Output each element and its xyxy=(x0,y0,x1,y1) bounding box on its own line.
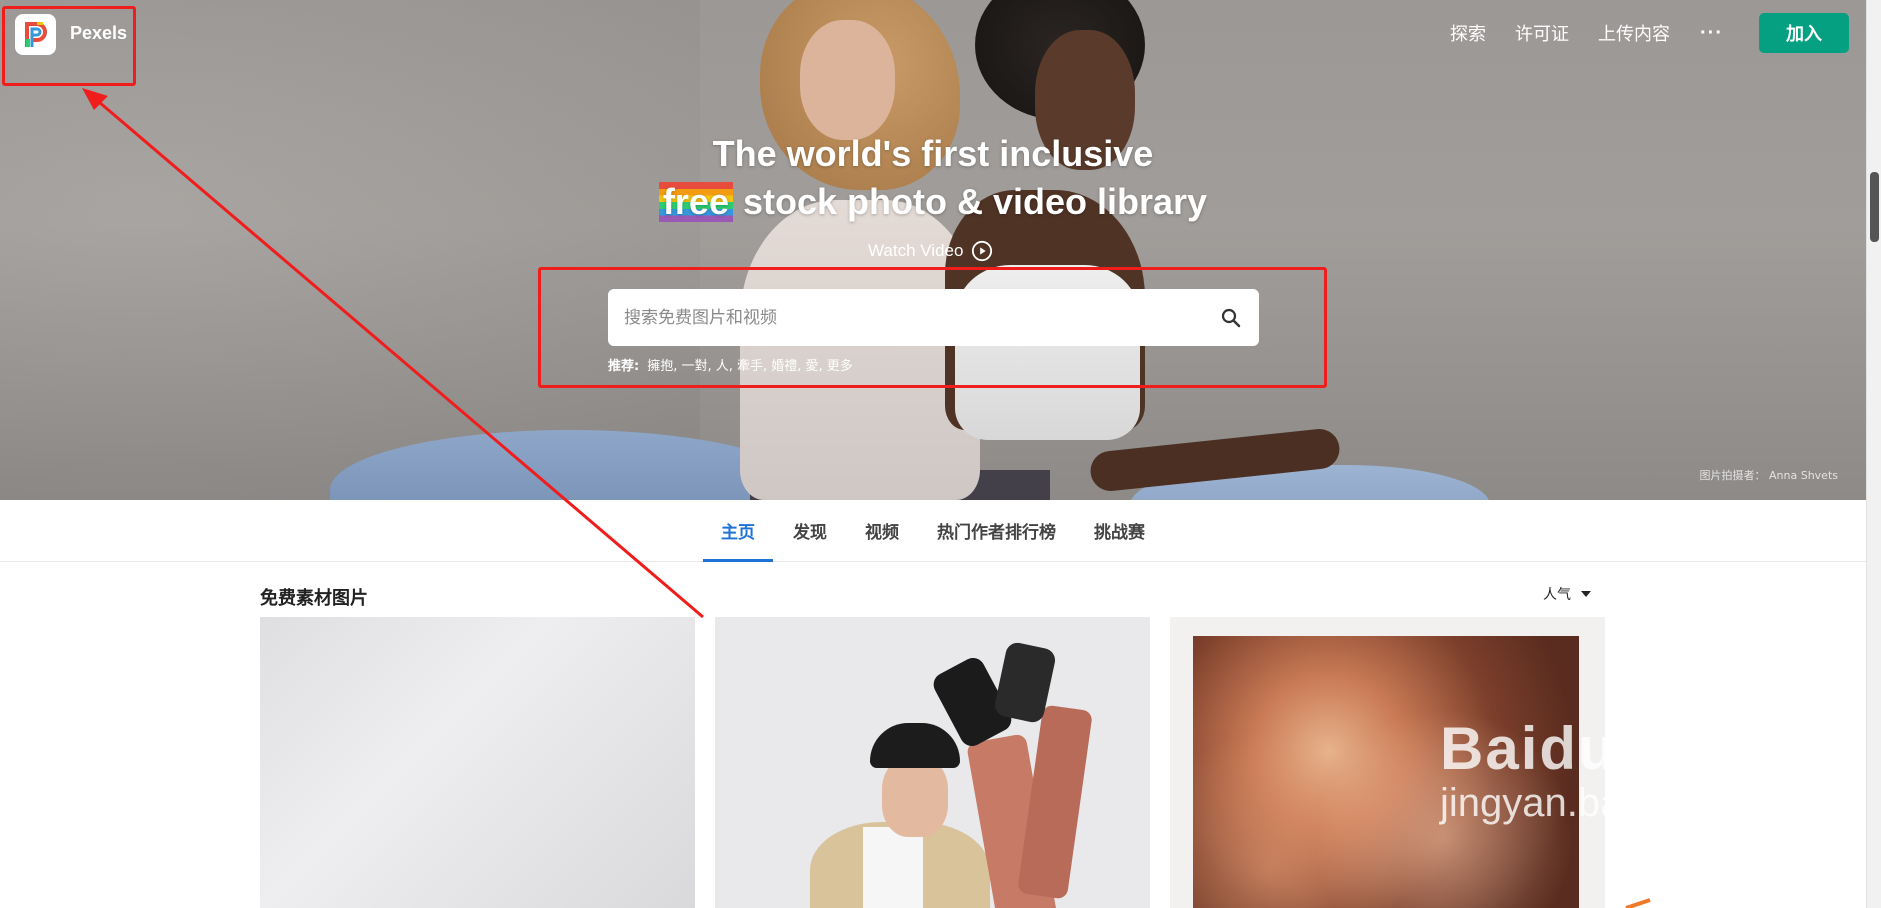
top-nav: 探索 许可证 上传内容 ··· 加入 xyxy=(1421,13,1849,53)
watch-video-link[interactable]: Watch Video xyxy=(868,238,993,264)
photo-figure-part xyxy=(882,757,948,837)
chevron-down-icon xyxy=(1581,591,1591,597)
baidu-watermark: Baidu经验 jingyan.baidu.com xyxy=(1440,700,1762,826)
hero-figure-part xyxy=(800,20,895,140)
tab-home[interactable]: 主页 xyxy=(703,500,773,562)
sort-dropdown[interactable]: 人气 xyxy=(1543,584,1591,604)
photo-credit[interactable]: 图片拍摄者： Anna Shvets xyxy=(1700,467,1838,483)
annotation-box-logo xyxy=(2,6,136,86)
sort-label: 人气 xyxy=(1543,587,1571,603)
nav-explore[interactable]: 探索 xyxy=(1450,20,1486,46)
tab-discover[interactable]: 发现 xyxy=(793,500,827,562)
hero-banner: The world's first inclusive free stock p… xyxy=(0,0,1866,500)
hero-title-line1: The world's first inclusive xyxy=(712,133,1154,174)
photo-figure-part xyxy=(863,827,923,908)
play-circle-icon xyxy=(972,240,993,262)
main-tabs: 主页 发现 视频 热门作者排行榜 挑战赛 xyxy=(0,500,1866,562)
hero-title-line2-rest: stock photo & video library xyxy=(732,181,1208,222)
photo-figure-part xyxy=(870,723,960,768)
hero-title-line2: free stock photo & video library xyxy=(0,178,1866,226)
photo-card[interactable] xyxy=(260,617,695,908)
watermark-sub: jingyan.baidu.com xyxy=(1440,781,1763,825)
watermark-main: Baidu经验 xyxy=(1440,715,1741,782)
tab-challenges[interactable]: 挑战赛 xyxy=(1094,500,1145,562)
annotation-box-search xyxy=(538,267,1327,388)
page-scrollbar[interactable] xyxy=(1866,0,1881,908)
scrollbar-thumb[interactable] xyxy=(1870,172,1879,242)
free-word: free xyxy=(658,182,733,222)
tab-videos[interactable]: 视频 xyxy=(865,500,899,562)
more-icon[interactable]: ··· xyxy=(1700,22,1723,45)
nav-license[interactable]: 许可证 xyxy=(1515,20,1569,46)
photo-card[interactable] xyxy=(715,617,1150,908)
section-title: 免费素材图片 xyxy=(260,588,368,609)
join-button[interactable]: 加入 xyxy=(1759,13,1849,53)
nav-upload[interactable]: 上传内容 xyxy=(1598,20,1670,46)
tab-leaderboard[interactable]: 热门作者排行榜 xyxy=(937,500,1056,562)
watch-video-label: Watch Video xyxy=(868,241,964,260)
hero-title: The world's first inclusive free stock p… xyxy=(0,130,1866,226)
